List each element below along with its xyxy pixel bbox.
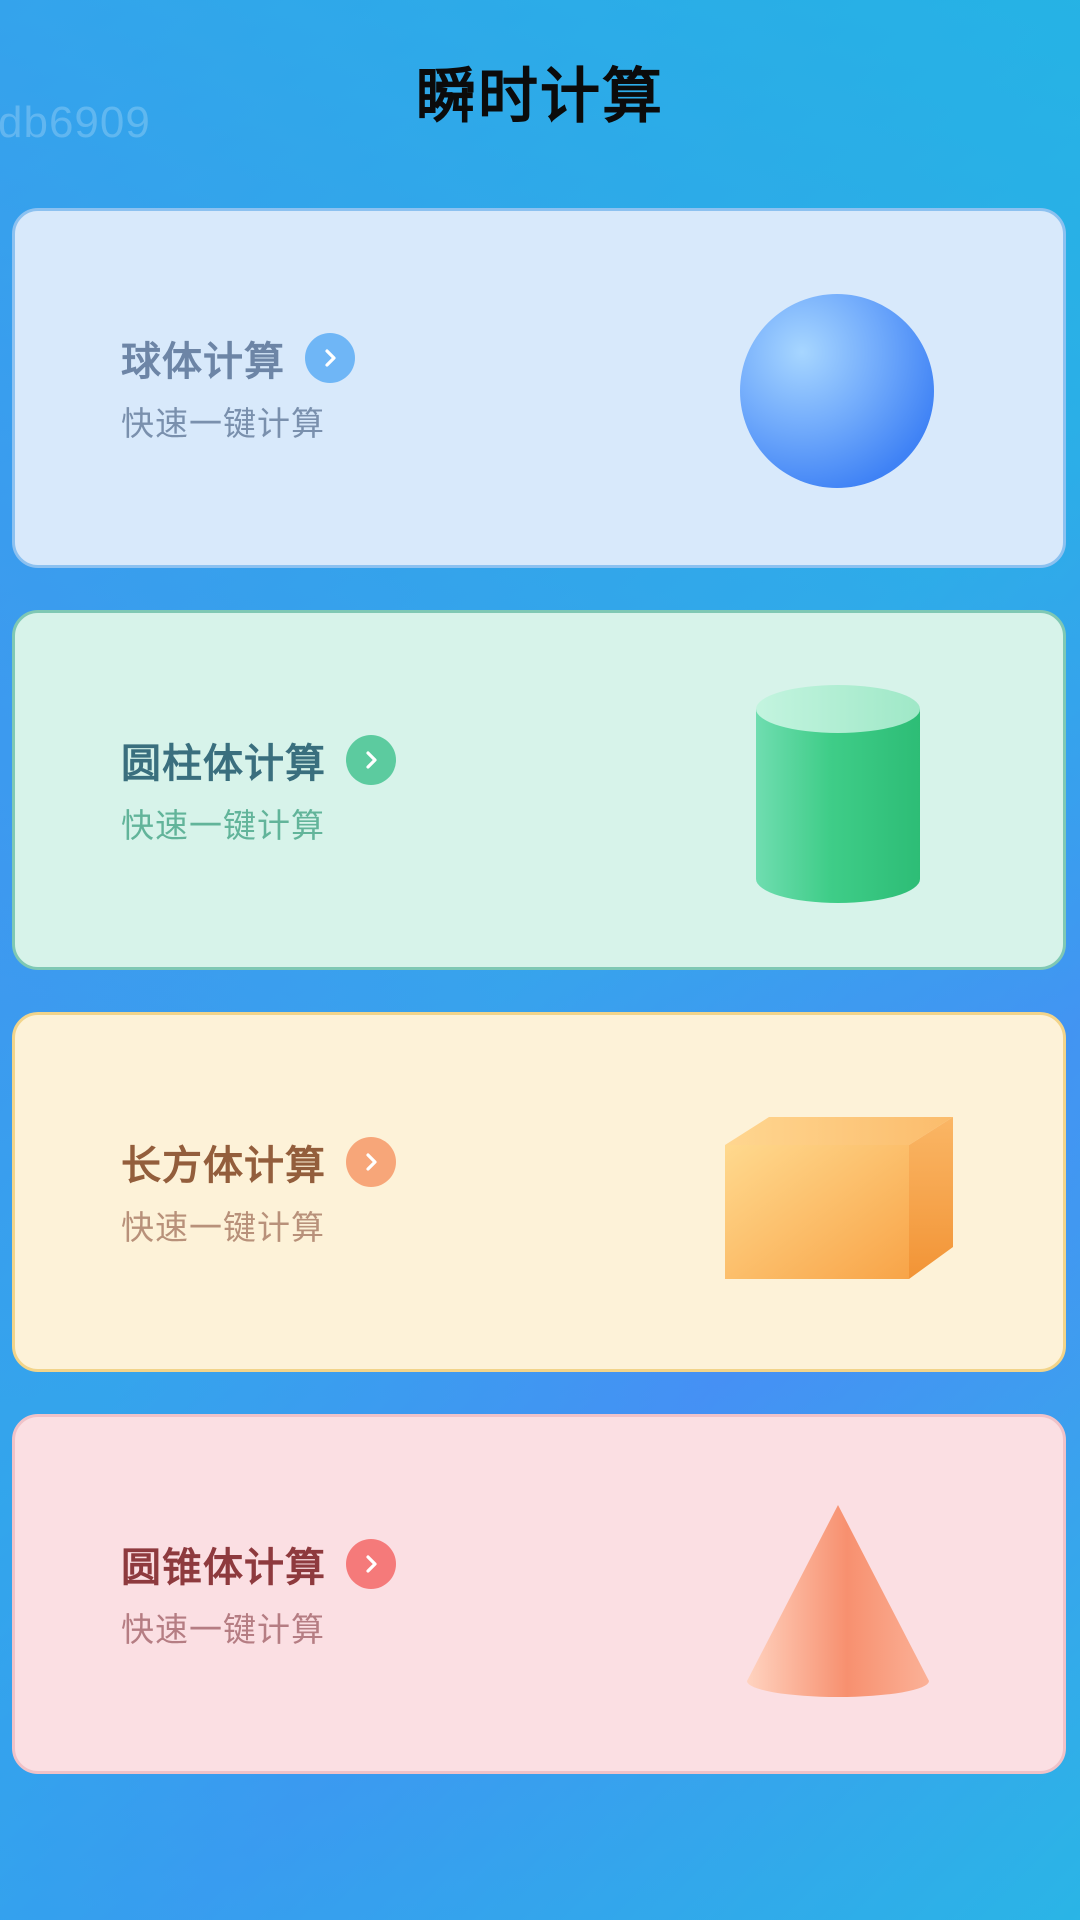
card-title: 圆锥体计算 [121,1545,326,1591]
cylinder-calc-card[interactable]: 圆柱体计算 快速一键计算 [12,610,1066,970]
card-title-row: 球体计算 [121,329,355,387]
cuboid-calc-card[interactable]: 长方体计算 快速一键计算 [12,1012,1066,1372]
card-subtitle: 快速一键计算 [121,806,325,845]
cuboid-icon [725,1117,953,1279]
card-title-row: 圆柱体计算 [121,731,396,789]
cone-calc-card[interactable]: 圆锥体计算 快速一键计算 [12,1414,1066,1774]
card-title: 球体计算 [121,339,285,385]
card-title-row: 长方体计算 [121,1133,396,1191]
cylinder-icon [756,685,920,903]
cone-icon [747,1505,929,1697]
sphere-icon [740,294,934,488]
chevron-right-icon[interactable] [346,1137,396,1187]
card-title: 圆柱体计算 [121,741,326,787]
sphere-calc-card[interactable]: 球体计算 快速一键计算 [12,208,1066,568]
card-subtitle: 快速一键计算 [121,404,325,443]
card-subtitle: 快速一键计算 [121,1208,325,1247]
chevron-right-icon[interactable] [346,735,396,785]
chevron-right-icon[interactable] [305,333,355,383]
card-title-row: 圆锥体计算 [121,1535,396,1593]
chevron-right-icon[interactable] [346,1539,396,1589]
card-title: 长方体计算 [121,1143,326,1189]
page-title: 瞬时计算 [416,62,664,132]
card-subtitle: 快速一键计算 [121,1610,325,1649]
